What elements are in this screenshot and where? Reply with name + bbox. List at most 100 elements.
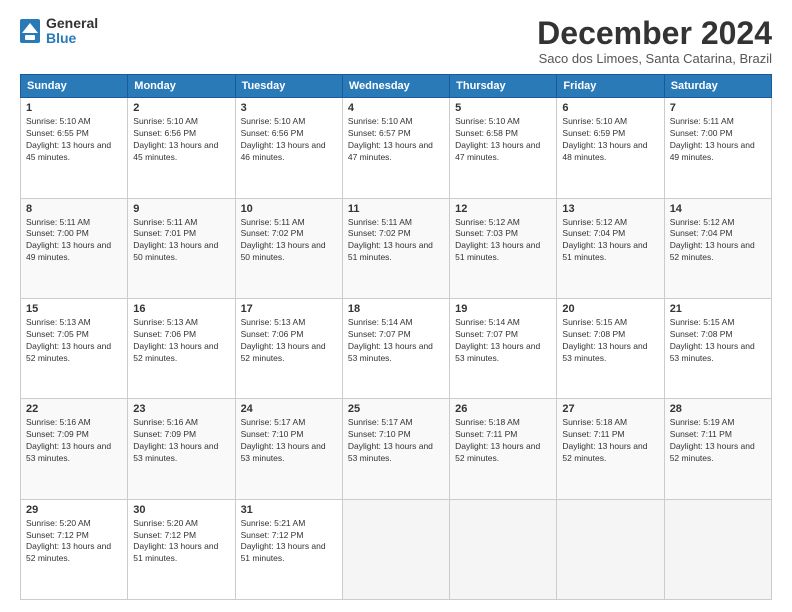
header: General Blue December 2024 Saco dos Limo… [20, 16, 772, 66]
day-info: Sunrise: 5:14 AMSunset: 7:07 PMDaylight:… [348, 317, 433, 363]
day-info: Sunrise: 5:17 AMSunset: 7:10 PMDaylight:… [348, 417, 433, 463]
table-row: 20Sunrise: 5:15 AMSunset: 7:08 PMDayligh… [557, 298, 664, 398]
day-info: Sunrise: 5:19 AMSunset: 7:11 PMDaylight:… [670, 417, 755, 463]
logo-icon [20, 19, 40, 43]
day-info: Sunrise: 5:18 AMSunset: 7:11 PMDaylight:… [562, 417, 647, 463]
table-row: 18 Sunrise: 5:14 AMSunset: 7:07 PMDayligh… [342, 298, 449, 398]
day-info: Sunrise: 5:12 AMSunset: 7:03 PMDaylight:… [455, 217, 540, 263]
day-info: Sunrise: 5:10 AMSunset: 6:55 PMDaylight:… [26, 116, 111, 162]
day-info: Sunrise: 5:13 AMSunset: 7:05 PMDaylight:… [26, 317, 111, 363]
calendar-row: 8Sunrise: 5:11 AMSunset: 7:00 PMDaylight… [21, 198, 772, 298]
day-info: Sunrise: 5:11 AMSunset: 7:02 PMDaylight:… [348, 217, 433, 263]
day-info: Sunrise: 5:13 AMSunset: 7:06 PMDaylight:… [241, 317, 326, 363]
day-number: 14 [670, 203, 766, 215]
calendar-row: 15Sunrise: 5:13 AMSunset: 7:05 PMDayligh… [21, 298, 772, 398]
table-row: 30 Sunrise: 5:20 AMSunset: 7:12 PMDayligh… [128, 499, 235, 599]
day-number: 17 [241, 303, 337, 315]
table-row: 31Sunrise: 5:21 AMSunset: 7:12 PMDayligh… [235, 499, 342, 599]
day-number: 12 [455, 203, 551, 215]
day-number: 25 [348, 403, 444, 415]
col-tuesday: Tuesday [235, 75, 342, 98]
day-number: 4 [348, 102, 444, 114]
day-number: 27 [562, 403, 658, 415]
table-row: 28 Sunrise: 5:19 AMSunset: 7:11 PMDayligh… [664, 399, 771, 499]
day-number: 3 [241, 102, 337, 114]
day-info: Sunrise: 5:15 AMSunset: 7:08 PMDaylight:… [670, 317, 755, 363]
day-info: Sunrise: 5:11 AMSunset: 7:01 PMDaylight:… [133, 217, 218, 263]
subtitle: Saco dos Limoes, Santa Catarina, Brazil [537, 51, 772, 66]
table-row: 11 Sunrise: 5:11 AMSunset: 7:02 PMDayligh… [342, 198, 449, 298]
day-info: Sunrise: 5:16 AMSunset: 7:09 PMDaylight:… [133, 417, 218, 463]
day-info: Sunrise: 5:14 AMSunset: 7:07 PMDaylight:… [455, 317, 540, 363]
table-row: 10 Sunrise: 5:11 AMSunset: 7:02 PMDayligh… [235, 198, 342, 298]
day-number: 1 [26, 102, 122, 114]
table-row: 25 Sunrise: 5:17 AMSunset: 7:10 PMDayligh… [342, 399, 449, 499]
day-info: Sunrise: 5:20 AMSunset: 7:12 PMDaylight:… [26, 518, 111, 564]
day-number: 26 [455, 403, 551, 415]
day-number: 24 [241, 403, 337, 415]
day-number: 10 [241, 203, 337, 215]
table-row: 29 Sunrise: 5:20 AMSunset: 7:12 PMDayligh… [21, 499, 128, 599]
col-wednesday: Wednesday [342, 75, 449, 98]
col-sunday: Sunday [21, 75, 128, 98]
day-info: Sunrise: 5:16 AMSunset: 7:09 PMDaylight:… [26, 417, 111, 463]
day-number: 11 [348, 203, 444, 215]
table-row: 12 Sunrise: 5:12 AMSunset: 7:03 PMDayligh… [450, 198, 557, 298]
col-thursday: Thursday [450, 75, 557, 98]
calendar-row: 29 Sunrise: 5:20 AMSunset: 7:12 PMDayligh… [21, 499, 772, 599]
calendar-table: Sunday Monday Tuesday Wednesday Thursday… [20, 74, 772, 600]
day-number: 9 [133, 203, 229, 215]
table-row: 1 Sunrise: 5:10 AMSunset: 6:55 PMDaylight… [21, 98, 128, 198]
table-row: 13Sunrise: 5:12 AMSunset: 7:04 PMDayligh… [557, 198, 664, 298]
day-number: 30 [133, 504, 229, 516]
day-info: Sunrise: 5:10 AMSunset: 6:56 PMDaylight:… [241, 116, 326, 162]
table-row: 2 Sunrise: 5:10 AMSunset: 6:56 PMDaylight… [128, 98, 235, 198]
day-info: Sunrise: 5:10 AMSunset: 6:57 PMDaylight:… [348, 116, 433, 162]
table-row: 14Sunrise: 5:12 AMSunset: 7:04 PMDayligh… [664, 198, 771, 298]
page: General Blue December 2024 Saco dos Limo… [0, 0, 792, 612]
day-number: 23 [133, 403, 229, 415]
table-row: 5 Sunrise: 5:10 AMSunset: 6:58 PMDaylight… [450, 98, 557, 198]
header-row: Sunday Monday Tuesday Wednesday Thursday… [21, 75, 772, 98]
table-row: 15Sunrise: 5:13 AMSunset: 7:05 PMDayligh… [21, 298, 128, 398]
day-info: Sunrise: 5:17 AMSunset: 7:10 PMDaylight:… [241, 417, 326, 463]
day-number: 21 [670, 303, 766, 315]
table-row [664, 499, 771, 599]
title-area: December 2024 Saco dos Limoes, Santa Cat… [537, 16, 772, 66]
table-row: 21 Sunrise: 5:15 AMSunset: 7:08 PMDayligh… [664, 298, 771, 398]
calendar-body: 1 Sunrise: 5:10 AMSunset: 6:55 PMDaylight… [21, 98, 772, 600]
calendar-row: 1 Sunrise: 5:10 AMSunset: 6:55 PMDaylight… [21, 98, 772, 198]
table-row: 8Sunrise: 5:11 AMSunset: 7:00 PMDaylight… [21, 198, 128, 298]
day-info: Sunrise: 5:11 AMSunset: 7:00 PMDaylight:… [670, 116, 755, 162]
day-number: 18 [348, 303, 444, 315]
day-number: 20 [562, 303, 658, 315]
day-info: Sunrise: 5:20 AMSunset: 7:12 PMDaylight:… [133, 518, 218, 564]
table-row: 24 Sunrise: 5:17 AMSunset: 7:10 PMDayligh… [235, 399, 342, 499]
table-row: 26Sunrise: 5:18 AMSunset: 7:11 PMDayligh… [450, 399, 557, 499]
day-info: Sunrise: 5:10 AMSunset: 6:58 PMDaylight:… [455, 116, 540, 162]
col-friday: Friday [557, 75, 664, 98]
table-row: 16Sunrise: 5:13 AMSunset: 7:06 PMDayligh… [128, 298, 235, 398]
day-number: 2 [133, 102, 229, 114]
col-monday: Monday [128, 75, 235, 98]
table-row: 19 Sunrise: 5:14 AMSunset: 7:07 PMDayligh… [450, 298, 557, 398]
logo-text: General Blue [46, 16, 98, 47]
table-row: 17 Sunrise: 5:13 AMSunset: 7:06 PMDayligh… [235, 298, 342, 398]
day-number: 22 [26, 403, 122, 415]
table-row: 9 Sunrise: 5:11 AMSunset: 7:01 PMDaylight… [128, 198, 235, 298]
table-row: 22 Sunrise: 5:16 AMSunset: 7:09 PMDayligh… [21, 399, 128, 499]
day-info: Sunrise: 5:10 AMSunset: 6:56 PMDaylight:… [133, 116, 218, 162]
day-info: Sunrise: 5:11 AMSunset: 7:02 PMDaylight:… [241, 217, 326, 263]
day-number: 19 [455, 303, 551, 315]
logo-general-text: General [46, 16, 98, 31]
day-number: 6 [562, 102, 658, 114]
day-number: 28 [670, 403, 766, 415]
table-row [450, 499, 557, 599]
day-number: 29 [26, 504, 122, 516]
month-title: December 2024 [537, 16, 772, 51]
day-info: Sunrise: 5:11 AMSunset: 7:00 PMDaylight:… [26, 217, 111, 263]
logo: General Blue [20, 16, 98, 47]
logo-blue-text: Blue [46, 31, 98, 46]
table-row: 4 Sunrise: 5:10 AMSunset: 6:57 PMDaylight… [342, 98, 449, 198]
day-number: 5 [455, 102, 551, 114]
